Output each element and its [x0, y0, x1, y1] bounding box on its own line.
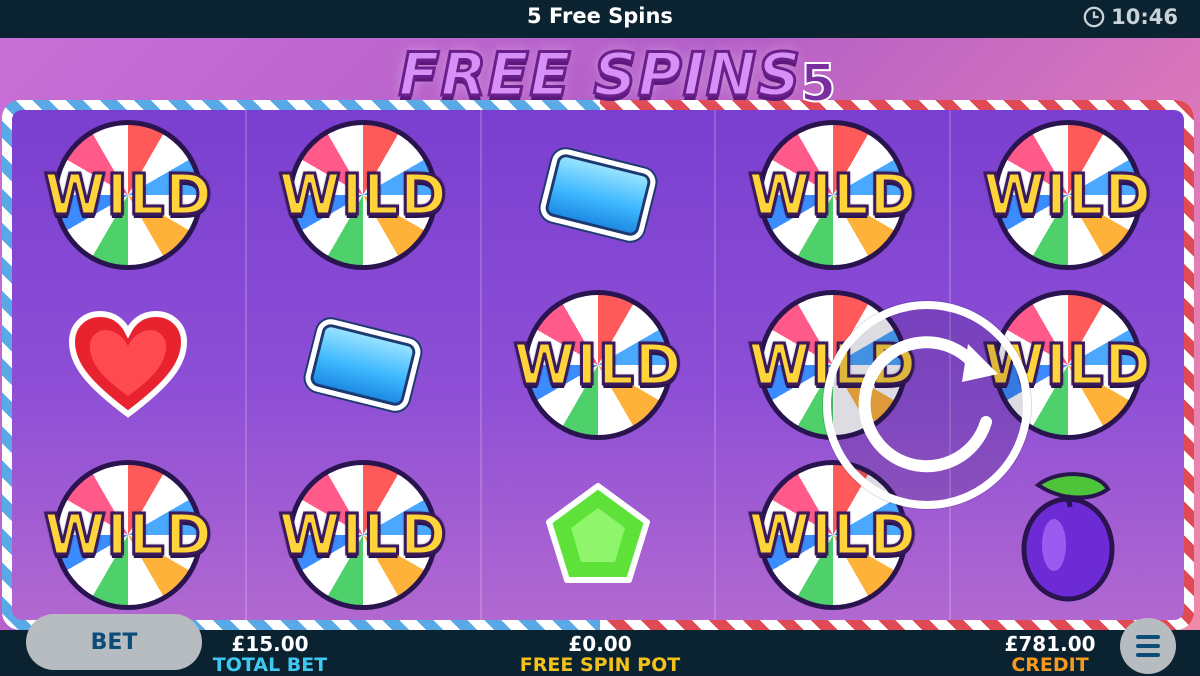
wild-symbol: WILD	[733, 120, 933, 270]
wild-label: WILD	[982, 161, 1153, 229]
free-spin-pot-value: £0.00	[568, 632, 632, 656]
menu-icon-line	[1136, 644, 1160, 648]
wild-symbol: WILD	[498, 290, 698, 440]
status-bar: 5 Free Spins 10:46	[0, 0, 1200, 38]
free-spins-banner: FREE SPINS 5	[0, 39, 1200, 130]
total-bet: £15.00 TOTAL BET	[210, 633, 330, 675]
clock-time: 10:46	[1111, 5, 1178, 29]
free-spins-title: FREE SPINS	[397, 39, 802, 112]
wild-label: WILD	[277, 501, 448, 569]
clock-icon	[1083, 6, 1105, 28]
wild-label: WILD	[512, 331, 683, 399]
game-area: FREE SPINS 5 WILD WILD WILD WILD WILD WILD WIL…	[0, 38, 1200, 630]
credit-value: £781.00	[1004, 632, 1096, 656]
blue-gem-symbol	[263, 290, 463, 440]
spin-button[interactable]	[822, 300, 1032, 510]
wild-label: WILD	[43, 501, 214, 569]
wild-symbol: WILD	[263, 460, 463, 610]
blue-gem-symbol	[498, 120, 698, 270]
reel-1: WILD WILD	[12, 110, 247, 620]
game-title: 5 Free Spins	[527, 4, 673, 28]
wild-label: WILD	[43, 161, 214, 229]
bet-button[interactable]: BET	[26, 614, 202, 670]
wild-label: WILD	[747, 161, 918, 229]
wild-symbol: WILD	[28, 120, 228, 270]
wild-label: WILD	[277, 161, 448, 229]
credit: £781.00 CREDIT	[990, 633, 1110, 675]
wild-symbol: WILD	[28, 460, 228, 610]
total-bet-value: £15.00	[231, 632, 309, 656]
blue-gem-icon	[302, 316, 424, 414]
wild-symbol: WILD	[968, 120, 1168, 270]
wild-label: WILD	[747, 501, 918, 569]
spin-icon	[823, 301, 1031, 509]
heart-symbol	[28, 290, 228, 440]
green-gem-symbol	[498, 460, 698, 610]
blue-gem-icon	[537, 146, 659, 244]
reel-2: WILD WILD	[247, 110, 482, 620]
free-spin-pot: £0.00 FREE SPIN POT	[510, 633, 690, 675]
free-spins-count: 5	[799, 53, 837, 115]
clock: 10:46	[1083, 3, 1178, 31]
reel-3: WILD	[482, 110, 717, 620]
menu-icon-line	[1136, 653, 1160, 657]
menu-button[interactable]	[1120, 618, 1176, 674]
green-gem-icon	[545, 483, 650, 583]
total-bet-label: TOTAL BET	[212, 654, 328, 676]
heart-icon	[69, 310, 188, 418]
credit-label: CREDIT	[1011, 654, 1089, 676]
menu-icon-line	[1136, 635, 1160, 639]
bottom-bar: BET £15.00 TOTAL BET £0.00 FREE SPIN POT…	[0, 614, 1200, 675]
free-spin-pot-label: FREE SPIN POT	[519, 654, 681, 676]
wild-symbol: WILD	[263, 120, 463, 270]
